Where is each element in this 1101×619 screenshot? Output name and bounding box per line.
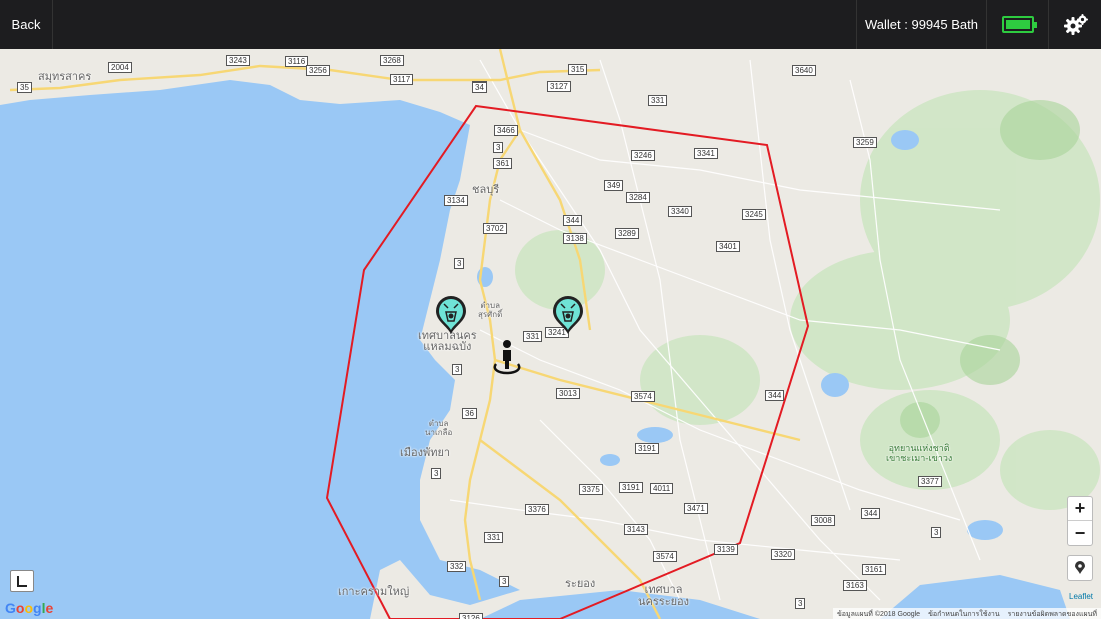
route-shield: 332 [447, 561, 467, 572]
route-shield: 3245 [742, 209, 766, 220]
place-label: สมุทรสาคร [38, 70, 92, 83]
route-shield: 3375 [579, 484, 603, 495]
route-shield: 3143 [624, 524, 648, 535]
map-attribution: ข้อมูลแผนที่ ©2018 Google ข้อกำหนดในการใช… [832, 608, 1101, 619]
place-label: เทศบาล นครระยอง [638, 583, 690, 608]
route-shield: 3126 [459, 613, 483, 619]
route-shield: 3377 [918, 476, 942, 487]
route-shield: 3116 [285, 56, 309, 67]
route-shield: 344 [861, 508, 881, 519]
route-shield: 3471 [684, 503, 708, 514]
route-shield: 2004 [108, 62, 132, 73]
route-shield: 3574 [653, 551, 677, 562]
route-shield: 3013 [556, 388, 580, 399]
place-label: ชลบุรี [472, 183, 500, 196]
route-shield: 361 [493, 158, 513, 169]
route-shield: 3163 [843, 580, 867, 591]
route-shield: 3 [431, 468, 442, 479]
route-shield: 3 [493, 142, 504, 153]
route-shield: 344 [563, 215, 583, 226]
route-shield: 331 [484, 532, 504, 543]
place-label: ตำบล สุรศักดิ์ [478, 301, 503, 319]
battery-icon [1001, 16, 1037, 33]
route-shield: 3134 [444, 195, 468, 206]
route-shield: 3702 [483, 223, 507, 234]
route-shield: 3127 [547, 81, 571, 92]
route-shield: 3289 [615, 228, 639, 239]
zoom-control: + − [1067, 496, 1093, 546]
leaflet-link[interactable]: Leaflet [1069, 592, 1093, 601]
route-shield: 3246 [631, 150, 655, 161]
battery-fill [1005, 20, 1030, 29]
route-shield: 3138 [563, 233, 587, 244]
route-shield: 3376 [525, 504, 549, 515]
route-shield: 3341 [694, 148, 718, 159]
user-location-icon [493, 340, 521, 375]
route-shield: 3 [499, 576, 510, 587]
map-pin-icon [1075, 561, 1085, 574]
attribution-item[interactable]: ข้อมูลแผนที่ ©2018 Google [837, 609, 920, 618]
route-shield: 3466 [494, 125, 518, 136]
route-shield: 349 [604, 180, 624, 191]
route-shield: 3256 [306, 65, 330, 76]
route-shield: 3 [454, 258, 465, 269]
legend-button[interactable] [10, 570, 34, 592]
route-shield: 331 [523, 331, 543, 342]
route-shield: 36 [462, 408, 477, 419]
attribution-item[interactable]: ข้อกำหนดในการใช้งาน [928, 609, 1000, 618]
route-shield: 3268 [380, 55, 404, 66]
place-label: ระยอง [565, 577, 596, 590]
route-shield: 34 [472, 82, 487, 93]
map-view[interactable]: สมุทรสาคร ชลบุรี เทศบาลนคร แหลมฉบัง ตำบล… [0, 49, 1101, 619]
route-shield: 3 [452, 364, 463, 375]
locate-button[interactable] [1067, 555, 1093, 581]
route-shield: 3 [795, 598, 806, 609]
google-logo: Google [5, 600, 54, 616]
route-shield: 3320 [771, 549, 795, 560]
settings-button[interactable] [1050, 0, 1101, 49]
gears-icon [1063, 13, 1088, 35]
route-shield: 3401 [716, 241, 740, 252]
zoom-out-button[interactable]: − [1068, 521, 1092, 545]
route-shield: 3 [931, 527, 942, 538]
place-label: เมืองพัทยา [400, 446, 451, 459]
route-shield: 3161 [862, 564, 886, 575]
top-bar: Back Wallet : 99945 Bath [0, 0, 1101, 49]
route-shield: 3243 [226, 55, 250, 66]
place-label: เกาะครามใหญ่ [338, 585, 410, 598]
route-shield: 3640 [792, 65, 816, 76]
route-shield: 315 [568, 64, 588, 75]
battery-indicator [986, 0, 1049, 49]
route-shield: 4011 [650, 483, 674, 494]
legend-icon [17, 576, 27, 587]
route-shield: 3284 [626, 192, 650, 203]
attribution-item[interactable]: รายงานข้อผิดพลาดของแผนที่ [1008, 609, 1097, 618]
back-button[interactable]: Back [0, 0, 53, 49]
route-shield: 35 [17, 82, 32, 93]
route-shield: 3008 [811, 515, 835, 526]
scooter-marker-east[interactable] [551, 295, 585, 335]
wallet-balance: Wallet : 99945 Bath [856, 0, 986, 49]
place-label: อุทยานแห่งชาติ เขาชะเมา-เขาวง [886, 444, 953, 464]
route-shield: 3191 [635, 443, 659, 454]
scooter-marker-laem-chabang[interactable] [434, 295, 468, 335]
zoom-in-button[interactable]: + [1068, 497, 1092, 521]
route-shield: 3191 [619, 482, 643, 493]
route-shield: 331 [648, 95, 668, 106]
route-shield: 344 [765, 390, 785, 401]
route-shield: 3117 [390, 74, 414, 85]
route-shield: 3259 [853, 137, 877, 148]
route-shield: 3139 [714, 544, 738, 555]
place-label: ตำบล นาเกลือ [425, 419, 453, 437]
route-shield: 3340 [668, 206, 692, 217]
route-shield: 3574 [631, 391, 655, 402]
